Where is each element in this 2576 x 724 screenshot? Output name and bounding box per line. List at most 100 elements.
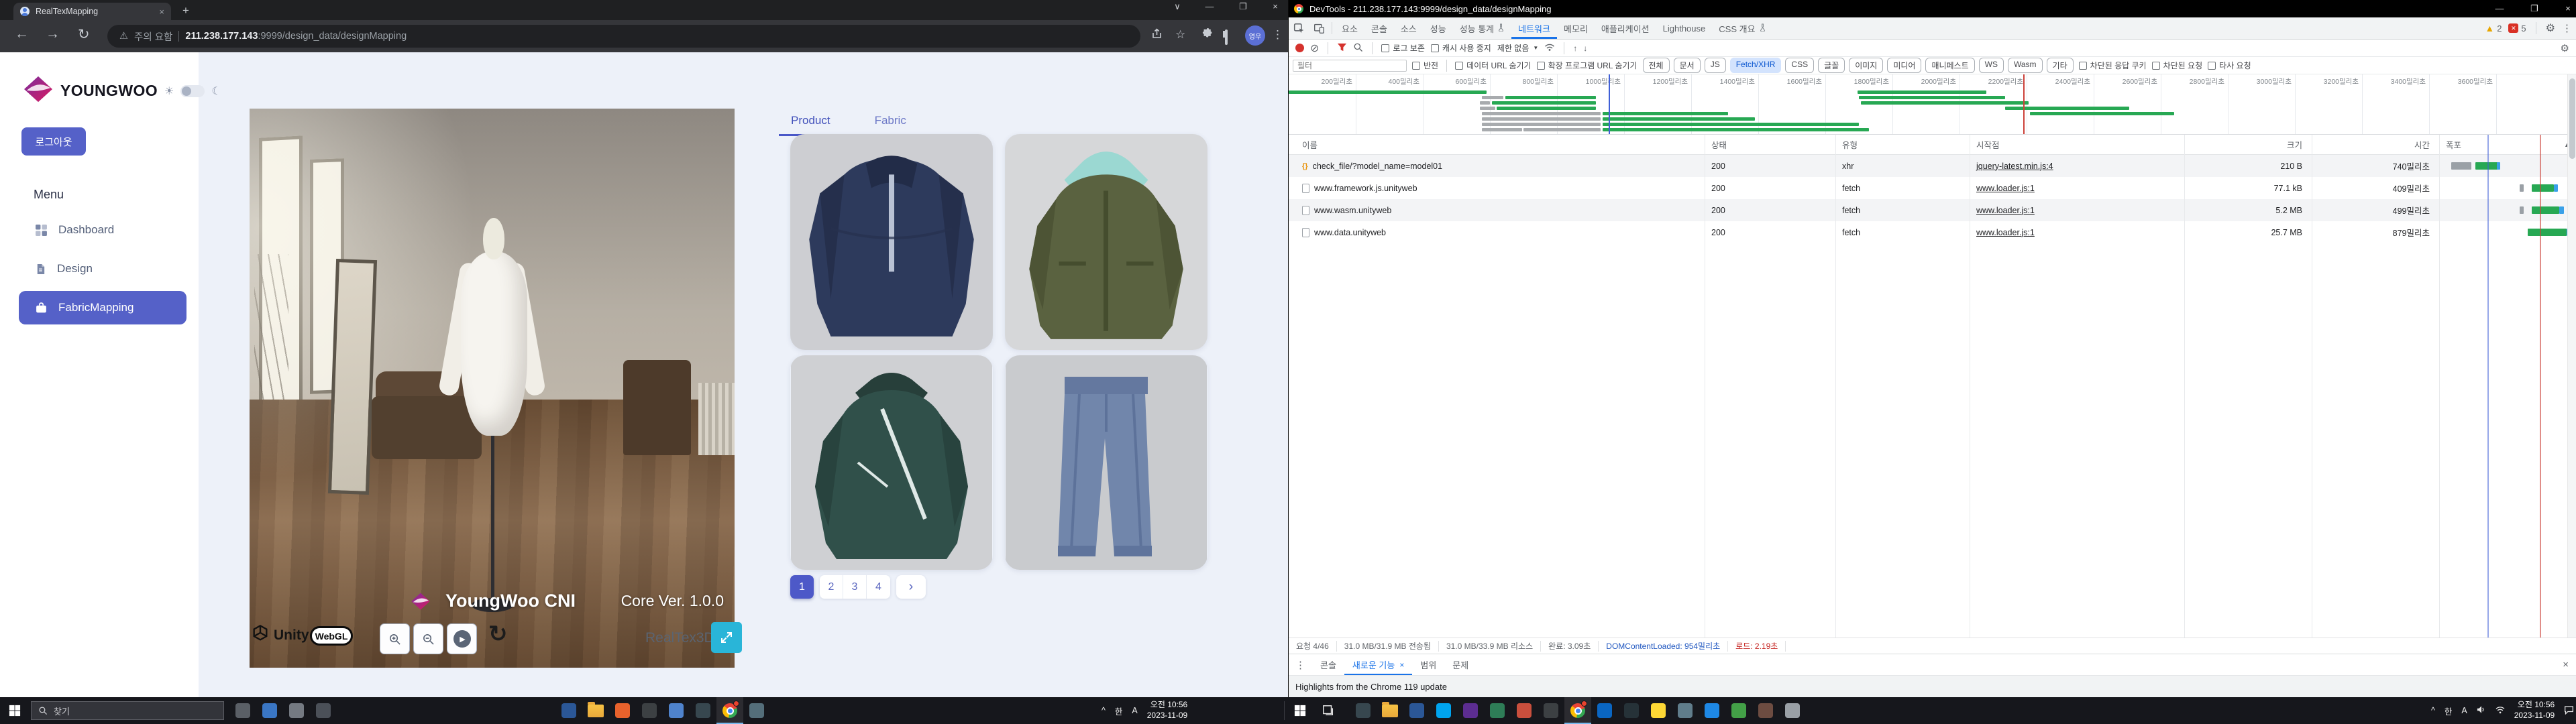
side-panel-icon[interactable] xyxy=(1225,31,1228,44)
request-name-cell[interactable]: www.framework.js.unityweb xyxy=(1289,177,1705,199)
column-header-time[interactable]: 시간 xyxy=(2312,135,2439,154)
task-view-icon[interactable] xyxy=(1320,703,1336,719)
network-overview-timeline[interactable]: 200밀리초400밀리초600밀리초800밀리초1000밀리초1200밀리초14… xyxy=(1289,74,2576,135)
pinned-app-right-12[interactable] xyxy=(1645,697,1672,724)
product-thumbnail-2[interactable] xyxy=(1005,134,1208,350)
reload-icon[interactable]: ↻ xyxy=(78,26,90,43)
forward-icon[interactable]: → xyxy=(46,26,60,42)
profile-avatar[interactable]: 영우 xyxy=(1245,25,1265,46)
pinned-app-right-10[interactable] xyxy=(1591,697,1618,724)
page-button-1[interactable]: 1 xyxy=(790,575,814,599)
ime-korean-indicator-right[interactable]: 한 xyxy=(2445,705,2453,717)
sidebar-item-dashboard[interactable]: Dashboard xyxy=(19,213,186,247)
initiator-link[interactable]: jquery-latest.min.js:4 xyxy=(1976,162,2053,171)
filter-funnel-icon[interactable] xyxy=(1337,42,1347,54)
pinned-app-right-3[interactable] xyxy=(1403,697,1430,724)
security-warning-icon[interactable]: ⚠ xyxy=(119,31,128,42)
fullscreen-button[interactable] xyxy=(711,622,742,653)
disable-cache-checkbox[interactable]: 캐시 사용 중지 xyxy=(1431,42,1491,54)
network-request-row[interactable]: www.framework.js.unityweb200fetchwww.loa… xyxy=(1289,177,2576,199)
pinned-app-right-16[interactable] xyxy=(1752,697,1779,724)
sidebar-item-fabricmapping[interactable]: FabricMapping xyxy=(19,291,186,324)
unity-3d-viewport[interactable]: YoungWoo CNI Core Ver. 1.0.0 xyxy=(250,109,735,668)
ime-alpha-indicator-right[interactable]: A xyxy=(2461,706,2467,715)
start-button-right[interactable] xyxy=(1292,703,1308,719)
sidebar-item-design[interactable]: Design xyxy=(19,252,186,286)
invert-checkbox[interactable]: 반전 xyxy=(1412,60,1438,71)
devtools-tab-애플리케이션[interactable]: 애플리케이션 xyxy=(1595,17,1656,39)
browser-menu-dots-icon[interactable]: ⋮ xyxy=(1272,28,1283,42)
pinned-app-left-8[interactable] xyxy=(743,697,770,724)
devtools-scrollbar[interactable] xyxy=(2567,74,2576,638)
clear-network-log-icon[interactable]: ⊘ xyxy=(1310,42,1319,55)
warnings-counter[interactable]: ▲2 xyxy=(2485,23,2502,34)
drawer-tab-콘솔[interactable]: 콘솔 xyxy=(1312,654,1344,675)
pinned-app-right-14[interactable] xyxy=(1699,697,1725,724)
tray-chevron-icon[interactable]: ^ xyxy=(1102,706,1106,715)
devtools-tab-요소[interactable]: 요소 xyxy=(1335,17,1364,39)
page-button-4[interactable]: 4 xyxy=(867,575,890,599)
preserve-log-checkbox[interactable]: 로그 보존 xyxy=(1381,42,1425,54)
devtools-tab-콘솔[interactable]: 콘솔 xyxy=(1364,17,1394,39)
hide-data-urls-checkbox[interactable]: 데이터 URL 숨기기 xyxy=(1455,60,1531,71)
ime-korean-indicator[interactable]: 한 xyxy=(1115,705,1123,717)
column-header-initiator[interactable]: 시작점 xyxy=(1970,135,2184,154)
filter-chip-Fetch/XHR[interactable]: Fetch/XHR xyxy=(1730,58,1782,73)
inspect-element-icon[interactable] xyxy=(1289,17,1309,39)
column-header-waterfall[interactable]: 폭포▲ xyxy=(2439,135,2576,154)
tab-close-icon[interactable]: × xyxy=(159,7,164,17)
request-name-cell[interactable]: www.wasm.unityweb xyxy=(1289,199,1705,221)
window-minimize-button[interactable]: — xyxy=(1198,1,1221,11)
theme-toggle[interactable] xyxy=(180,85,205,97)
pinned-app-left-1[interactable] xyxy=(555,697,582,724)
pinned-app-right-6[interactable] xyxy=(1484,697,1511,724)
notification-bubble-icon[interactable] xyxy=(2564,705,2574,717)
filter-chip-전체[interactable]: 전체 xyxy=(1643,58,1670,73)
device-toolbar-icon[interactable] xyxy=(1309,17,1329,39)
blocked-cookies-checkbox[interactable]: 차단된 응답 쿠키 xyxy=(2079,60,2147,71)
taskbar-clock-right[interactable]: 오전 10:562023-11-09 xyxy=(2514,700,2555,721)
filter-chip-매니페스트[interactable]: 매니페스트 xyxy=(1925,58,1974,73)
network-search-icon[interactable] xyxy=(1353,42,1363,54)
network-request-row[interactable]: www.data.unityweb200fetchwww.loader.js:1… xyxy=(1289,221,2576,243)
throttling-select[interactable]: 제한 없음▼ xyxy=(1497,42,1538,54)
drawer-tab-문제[interactable]: 문제 xyxy=(1444,654,1477,675)
drawer-tab-새로운 기능[interactable]: 새로운 기능× xyxy=(1344,654,1412,675)
pinned-app-left-4[interactable] xyxy=(636,697,663,724)
share-icon[interactable] xyxy=(1151,28,1163,43)
network-filter-input[interactable] xyxy=(1293,60,1407,72)
column-header-type[interactable]: 유형 xyxy=(1835,135,1970,154)
filter-chip-Wasm[interactable]: Wasm xyxy=(2008,58,2043,73)
next-page-button[interactable]: › xyxy=(896,575,926,599)
product-thumbnail-1[interactable] xyxy=(790,134,993,350)
request-name-cell[interactable]: {}check_file/?model_name=model01 xyxy=(1289,155,1705,177)
devtools-tab-성능[interactable]: 성능 xyxy=(1424,17,1453,39)
filter-chip-기타[interactable]: 기타 xyxy=(2047,58,2074,73)
column-header-name[interactable]: 이름 xyxy=(1289,135,1705,154)
errors-counter[interactable]: ✕5 xyxy=(2508,23,2526,34)
zoom-out-button[interactable] xyxy=(413,623,443,654)
devtools-tab-메모리[interactable]: 메모리 xyxy=(1557,17,1595,39)
whats-new-title[interactable]: Highlights from the Chrome 119 update xyxy=(1295,682,1447,692)
filter-chip-글꼴[interactable]: 글꼴 xyxy=(1818,58,1845,73)
taskbar-clock-left[interactable]: 오전 10:562023-11-09 xyxy=(1147,700,1188,721)
window-close-button[interactable]: × xyxy=(1264,1,1287,11)
initiator-link[interactable]: www.loader.js:1 xyxy=(1976,206,2035,215)
devtools-settings-gear-icon[interactable]: ⚙ xyxy=(2546,21,2555,35)
blocked-requests-checkbox[interactable]: 차단된 요청 xyxy=(2152,60,2203,71)
back-icon[interactable]: ← xyxy=(15,26,29,42)
filter-chip-문서[interactable]: 문서 xyxy=(1674,58,1701,73)
export-har-icon[interactable]: ↓ xyxy=(1583,44,1587,53)
filter-chip-이미지[interactable]: 이미지 xyxy=(1849,58,1883,73)
network-request-row[interactable]: www.wasm.unityweb200fetchwww.loader.js:1… xyxy=(1289,199,2576,221)
product-thumbnail-4[interactable] xyxy=(1005,355,1208,570)
drawer-tab-close-icon[interactable]: × xyxy=(1399,660,1404,670)
logout-button[interactable]: 로그아웃 xyxy=(21,127,86,156)
taskbar-icon-4[interactable] xyxy=(310,697,337,724)
address-bar[interactable]: ⚠ 주의 요함 211.238.177.143:9999/design_data… xyxy=(107,25,1140,48)
window-restore-button[interactable]: ❐ xyxy=(1232,1,1254,12)
initiator-link[interactable]: www.loader.js:1 xyxy=(1976,184,2035,193)
drawer-tab-범위[interactable]: 범위 xyxy=(1412,654,1444,675)
column-header-size[interactable]: 크기 xyxy=(2184,135,2312,154)
zoom-in-button[interactable] xyxy=(380,623,410,654)
